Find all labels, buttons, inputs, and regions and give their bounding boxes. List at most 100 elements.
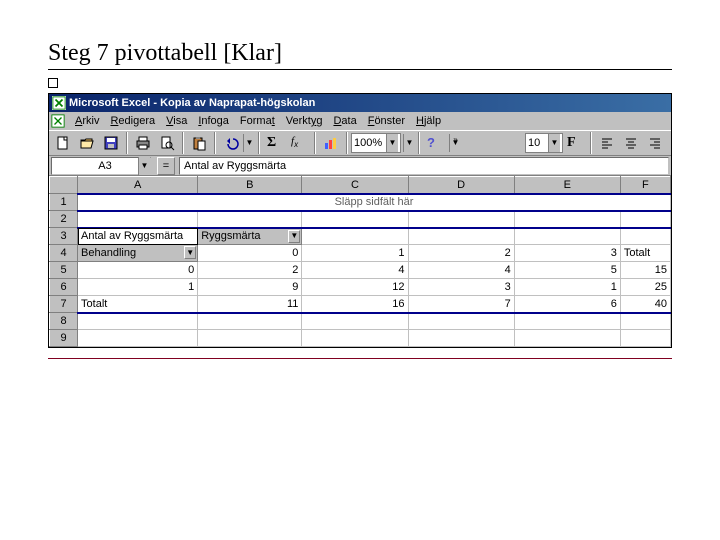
function-button[interactable]: fx (288, 132, 310, 154)
separator (346, 132, 348, 154)
row-header-2[interactable]: 2 (50, 211, 78, 228)
pivot-cell[interactable]: 9 (198, 279, 302, 296)
font-size-combo[interactable]: 10 ▼ (525, 133, 563, 153)
menu-redigera[interactable]: Redigera (105, 115, 160, 127)
excel-window: Microsoft Excel - Kopia av Naprapat-högs… (48, 93, 672, 348)
separator (126, 132, 128, 154)
zoom-combo[interactable]: 100% ▼ (351, 133, 401, 153)
page-field-drop-area[interactable]: Släpp sidfält här (78, 194, 671, 211)
pivot-col-header[interactable]: 0 (198, 245, 302, 262)
worksheet-grid[interactable]: A B C D E F 1 Släpp sidfält här 2 3 Anta… (49, 176, 671, 347)
pivot-grand-total-col-label[interactable]: Totalt (620, 245, 670, 262)
print-button[interactable] (132, 132, 154, 154)
pivot-row-label[interactable]: 1 (78, 279, 198, 296)
pivot-col-header[interactable]: 1 (302, 245, 408, 262)
bold-button[interactable]: F (564, 132, 586, 154)
undo-dropdown[interactable]: ▼ (243, 134, 255, 152)
formula-bar: A3 ▼ = Antal av Ryggsmärta (49, 156, 671, 176)
save-button[interactable] (100, 132, 122, 154)
row-1: 1 Släpp sidfält här (50, 194, 671, 211)
paste-button[interactable] (188, 132, 210, 154)
pivot-cell[interactable]: 4 (408, 262, 514, 279)
pivot-cell[interactable]: 2 (198, 262, 302, 279)
col-header-E[interactable]: E (514, 177, 620, 194)
separator (418, 132, 420, 154)
pivot-col-header[interactable]: 2 (408, 245, 514, 262)
undo-button[interactable] (220, 132, 242, 154)
row-3: 3 Antal av Ryggsmärta Ryggsmärta▼ (50, 228, 671, 245)
formula-text: Antal av Ryggsmärta (184, 160, 286, 172)
formula-input[interactable]: Antal av Ryggsmärta (179, 157, 669, 175)
formula-equals-button[interactable]: = (157, 157, 175, 175)
pivot-row-total[interactable]: 15 (620, 262, 670, 279)
pivot-cell[interactable]: 1 (514, 279, 620, 296)
row-8: 8 (50, 313, 671, 330)
pivot-grand-cell[interactable]: 11 (198, 296, 302, 313)
pivot-grand-row-label[interactable]: Totalt (78, 296, 198, 313)
pivot-cell[interactable]: 4 (302, 262, 408, 279)
excel-icon (52, 96, 66, 110)
titlebar: Microsoft Excel - Kopia av Naprapat-högs… (49, 94, 671, 112)
zoom-value: 100% (354, 137, 386, 149)
separator (182, 132, 184, 154)
autosum-button[interactable]: Σ (264, 132, 286, 154)
align-center-button[interactable] (620, 132, 642, 154)
chart-wizard-button[interactable] (320, 132, 342, 154)
name-box-dropdown-icon[interactable]: ▼ (138, 157, 150, 175)
row-header-4[interactable]: 4 (50, 245, 78, 262)
pivot-data-field-label[interactable]: Antal av Ryggsmärta (78, 228, 198, 245)
pivot-grand-cell[interactable]: 6 (514, 296, 620, 313)
zoom-dropdown-icon[interactable]: ▼ (386, 134, 398, 152)
pivot-row-field[interactable]: Behandling▼ (78, 245, 198, 262)
dropdown-icon[interactable]: ▼ (184, 246, 196, 259)
help-button[interactable]: ? (424, 132, 446, 154)
row-header-7[interactable]: 7 (50, 296, 78, 313)
menu-visa[interactable]: Visa (161, 115, 192, 127)
col-header-F[interactable]: F (620, 177, 670, 194)
row-header-3[interactable]: 3 (50, 228, 78, 245)
menu-format[interactable]: Format (235, 115, 280, 127)
row-header-6[interactable]: 6 (50, 279, 78, 296)
pivot-cell[interactable]: 3 (408, 279, 514, 296)
more-buttons-dropdown[interactable]: ▼ (403, 134, 415, 152)
row-header-9[interactable]: 9 (50, 330, 78, 347)
open-button[interactable] (76, 132, 98, 154)
col-header-D[interactable]: D (408, 177, 514, 194)
col-header-C[interactable]: C (302, 177, 408, 194)
col-header-B[interactable]: B (198, 177, 302, 194)
row-header-1[interactable]: 1 (50, 194, 78, 211)
menu-hjalp[interactable]: Hjälp (411, 115, 446, 127)
pivot-cell[interactable]: 12 (302, 279, 408, 296)
align-left-button[interactable] (596, 132, 618, 154)
pivot-grand-cell[interactable]: 16 (302, 296, 408, 313)
pivot-column-field[interactable]: Ryggsmärta▼ (198, 228, 302, 245)
pivot-cell[interactable]: 5 (514, 262, 620, 279)
separator (214, 132, 216, 154)
pivot-row-total[interactable]: 25 (620, 279, 670, 296)
dropdown-icon[interactable]: ▼ (288, 230, 300, 243)
row-header-8[interactable]: 8 (50, 313, 78, 330)
name-box-value: A3 (52, 160, 138, 172)
name-box[interactable]: A3 ▼ (51, 157, 151, 175)
slide-title: Steg 7 pivottabell [Klar] (48, 40, 672, 70)
menu-data[interactable]: Data (328, 115, 361, 127)
toolbar-options-dropdown[interactable]: »▼ (449, 134, 461, 152)
align-right-button[interactable] (644, 132, 666, 154)
menu-infoga[interactable]: Infoga (193, 115, 234, 127)
row-4: 4 Behandling▼ 0 1 2 3 Totalt (50, 245, 671, 262)
font-size-dropdown-icon[interactable]: ▼ (548, 134, 560, 152)
pivot-grand-total[interactable]: 40 (620, 296, 670, 313)
pivot-row-label[interactable]: 0 (78, 262, 198, 279)
select-all-corner[interactable] (50, 177, 78, 194)
menu-arkiv[interactable]: Arkiv (70, 115, 104, 127)
row-9: 9 (50, 330, 671, 347)
window-title: Microsoft Excel - Kopia av Naprapat-högs… (69, 97, 315, 109)
new-button[interactable] (52, 132, 74, 154)
col-header-A[interactable]: A (78, 177, 198, 194)
row-header-5[interactable]: 5 (50, 262, 78, 279)
pivot-col-header[interactable]: 3 (514, 245, 620, 262)
menu-verktyg[interactable]: Verktyg (281, 115, 328, 127)
pivot-grand-cell[interactable]: 7 (408, 296, 514, 313)
print-preview-button[interactable] (156, 132, 178, 154)
menu-fonster[interactable]: Fönster (363, 115, 410, 127)
